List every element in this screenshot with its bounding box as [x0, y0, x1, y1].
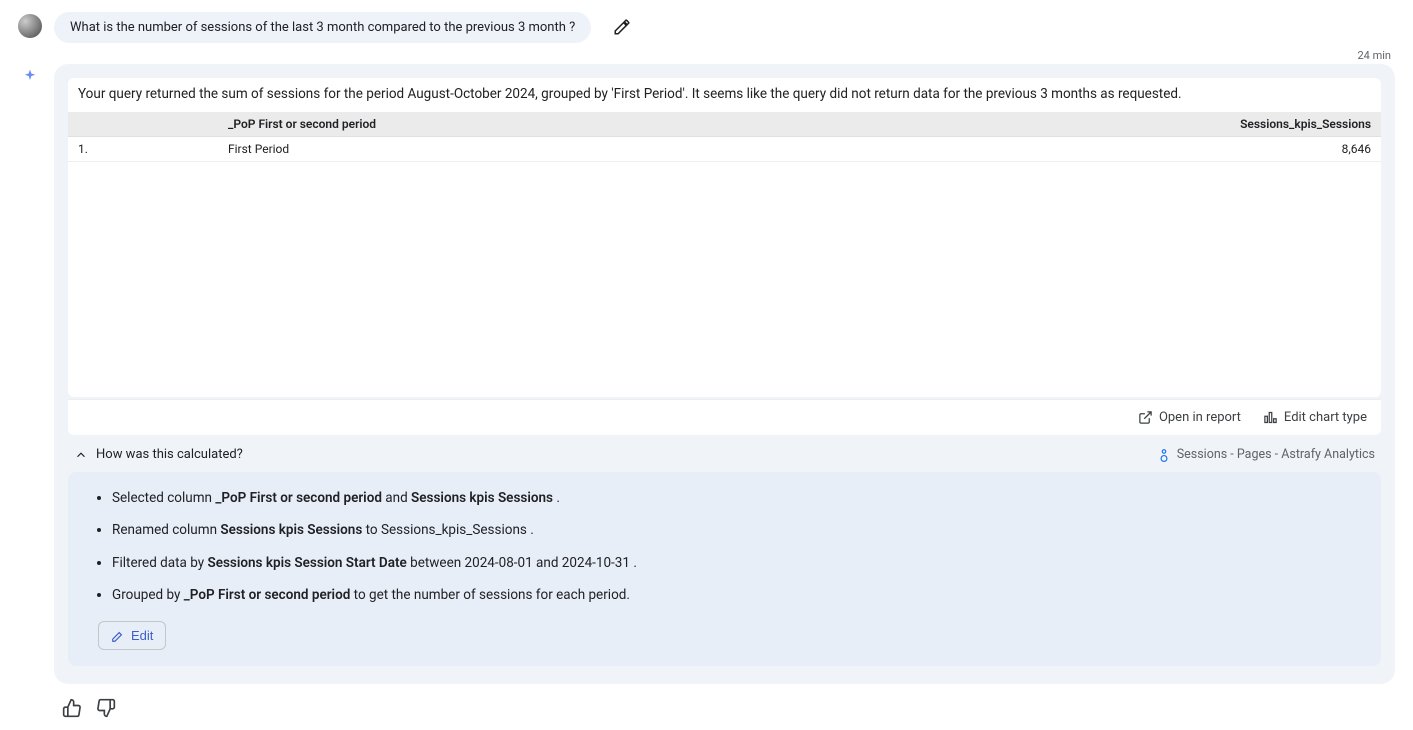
table-row: 1. First Period 8,646: [68, 137, 1381, 162]
calc-step: Renamed column Sessions kpis Sessions to…: [112, 520, 1361, 540]
ai-sparkle-icon: [18, 68, 42, 86]
response-summary: Your query returned the sum of sessions …: [68, 78, 1381, 112]
data-source-link[interactable]: Sessions - Pages - Astrafy Analytics: [1157, 447, 1375, 462]
user-query: What is the number of sessions of the la…: [54, 12, 591, 43]
calculation-panel: Selected column _PoP First or second per…: [68, 472, 1381, 666]
how-calculated-toggle[interactable]: How was this calculated?: [74, 447, 243, 462]
calc-step: Selected column _PoP First or second per…: [112, 488, 1361, 508]
table-header-period: _PoP First or second period: [218, 112, 831, 137]
response-card: Your query returned the sum of sessions …: [54, 64, 1395, 684]
edit-button-label: Edit: [131, 628, 153, 643]
result-table: _PoP First or second period Sessions_kpi…: [68, 112, 1381, 162]
edit-calculation-button[interactable]: Edit: [98, 621, 166, 650]
looker-icon: [1157, 448, 1171, 462]
timestamp: 24 min: [1358, 49, 1392, 62]
row-index: 1.: [68, 137, 218, 162]
edit-query-icon[interactable]: [613, 18, 631, 36]
table-header-index: [68, 112, 218, 137]
chevron-up-icon: [74, 448, 88, 462]
edit-chart-type-label: Edit chart type: [1284, 410, 1367, 425]
calc-step: Grouped by _PoP First or second period t…: [112, 585, 1361, 605]
row-period: First Period: [218, 137, 831, 162]
edit-chart-type-button[interactable]: Edit chart type: [1263, 410, 1367, 425]
pencil-icon: [111, 629, 125, 643]
open-in-report-label: Open in report: [1159, 410, 1241, 425]
data-source-label: Sessions - Pages - Astrafy Analytics: [1177, 447, 1375, 462]
user-avatar: [18, 14, 42, 38]
thumbs-up-button[interactable]: [62, 698, 82, 718]
row-sessions: 8,646: [831, 137, 1381, 162]
how-calculated-label: How was this calculated?: [96, 447, 243, 462]
calc-step: Filtered data by Sessions kpis Session S…: [112, 553, 1361, 573]
table-header-sessions: Sessions_kpis_Sessions: [831, 112, 1381, 137]
thumbs-down-button[interactable]: [96, 698, 116, 718]
open-in-report-button[interactable]: Open in report: [1138, 410, 1241, 425]
